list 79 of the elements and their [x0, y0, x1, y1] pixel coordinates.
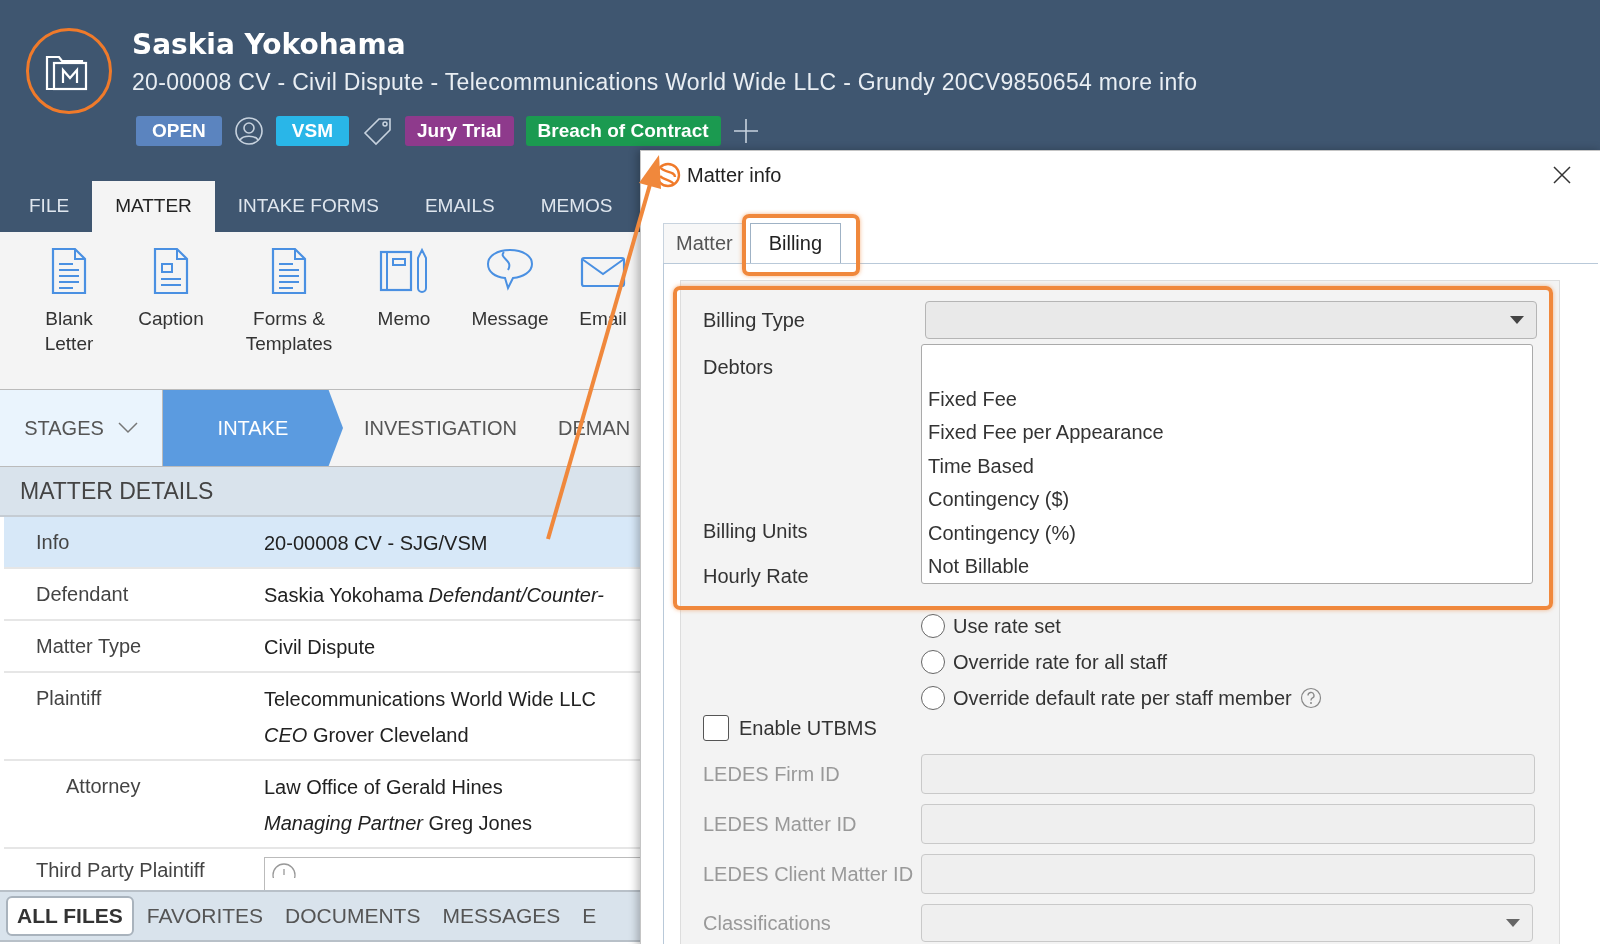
ribbon-tab[interactable]: MATTER — [92, 181, 215, 232]
detail-value: Saskia Yokohama Defendant/Counter- — [264, 583, 604, 608]
add-icon — [271, 862, 297, 878]
tag-chip[interactable]: Jury Trial — [405, 116, 514, 146]
dropdown-option[interactable]: Fixed Fee — [928, 383, 1526, 417]
radio-label: Override rate for all staff — [953, 650, 1168, 674]
help-icon[interactable] — [1299, 687, 1322, 709]
ribbon-action[interactable]: Memo — [360, 246, 448, 331]
ribbon-tab[interactable]: INTAKE FORMS — [214, 181, 402, 232]
detail-row[interactable]: Info 20-00008 CV - SJG/VSM — [4, 517, 640, 569]
field-label: LEDES Matter ID — [703, 812, 858, 836]
input-field[interactable] — [921, 854, 1535, 894]
field-label: LEDES Firm ID — [703, 762, 841, 786]
close-icon[interactable] — [1553, 166, 1571, 184]
library-filter-tab[interactable]: FAVORITES — [137, 898, 273, 934]
caret-icon — [1510, 316, 1524, 324]
library-filter-tab[interactable]: MESSAGES — [433, 898, 570, 934]
input-field[interactable] — [921, 804, 1535, 844]
ribbon-action[interactable]: Message — [448, 246, 572, 331]
ribbon-tab[interactable]: MEMOS — [517, 181, 636, 232]
ribbon-tab[interactable]: EMAILS — [401, 181, 518, 232]
detail-value: Managing Partner Greg Jones — [264, 811, 532, 836]
detail-row[interactable]: Defendant Saskia Yokohama Defendant/Counter- — [4, 569, 640, 621]
stage-step[interactable]: INVESTIGATION — [343, 390, 538, 466]
chevron-down-icon — [117, 422, 138, 434]
detail-value: Civil Dispute — [264, 635, 376, 660]
radio-label: Override default rate per staff member — [953, 686, 1292, 710]
input-field[interactable] — [264, 857, 640, 890]
detail-label: Info — [35, 530, 71, 555]
ribbon-action[interactable]: Forms & Templates — [218, 246, 360, 356]
matter-client-name: Saskia Yokohama — [132, 28, 407, 62]
dropdown-option[interactable]: Fixed Fee per Appearance — [928, 416, 1526, 450]
library-filter-tab[interactable]: ALL FILES — [6, 896, 134, 936]
field-label: Hourly Rate — [703, 565, 810, 588]
radio-button[interactable] — [921, 650, 945, 674]
detail-value: CEO Grover Cleveland — [264, 723, 470, 748]
dialog-tab[interactable]: Billing — [749, 223, 842, 263]
ribbon-tab[interactable]: FILE — [6, 181, 93, 232]
library-filter-tab[interactable]: DOCUMENTS — [276, 898, 430, 934]
detail-value: 20-00008 CV - SJG/VSM — [264, 531, 488, 556]
radio-button[interactable] — [921, 614, 945, 638]
dropdown-option[interactable]: Contingency ($) — [928, 483, 1526, 517]
dropdown-option[interactable]: Not Billable — [928, 550, 1526, 584]
person-icon[interactable] — [233, 116, 264, 146]
field-label: Debtors — [703, 356, 775, 379]
checkbox[interactable] — [703, 715, 729, 741]
detail-row[interactable]: Third Party Plaintiff — [4, 849, 640, 890]
detail-row[interactable]: Matter Type Civil Dispute — [4, 621, 640, 673]
section-header: MATTER DETAILS — [0, 467, 640, 517]
detail-label: Attorney — [65, 774, 142, 799]
checkbox-label: Enable UTBMS — [739, 716, 877, 740]
notebook-icon — [378, 246, 430, 296]
ribbon-action[interactable]: Blank Letter — [14, 246, 124, 356]
detail-label: Plaintiff — [35, 686, 103, 711]
matter-summary: 20-00008 CV - Civil Dispute - Telecommunications World Wide LLC - Grundy 20CV9850654 more info — [132, 68, 1198, 97]
stages-dropdown[interactable]: STAGES — [0, 390, 163, 466]
tag-chip[interactable]: Breach of Contract — [525, 116, 721, 146]
tag-icon[interactable] — [361, 116, 394, 146]
input-field[interactable] — [921, 754, 1535, 794]
status-badge[interactable]: OPEN — [136, 116, 222, 146]
caret-icon — [1506, 919, 1520, 927]
radio-label: Use rate set — [953, 614, 1061, 638]
detail-label: Third Party Plaintiff — [35, 858, 206, 883]
detail-label: Matter Type — [35, 634, 143, 659]
field-label: Classifications — [703, 911, 832, 935]
library-filter-tab[interactable]: E — [573, 898, 606, 934]
ribbon-action[interactable]: Caption — [124, 246, 218, 331]
folder-icon — [26, 28, 112, 114]
detail-value: Law Office of Gerald Hines — [264, 775, 504, 800]
dropdown-option[interactable]: Contingency (%) — [928, 516, 1526, 551]
dropdown-option[interactable]: Time Based — [928, 449, 1526, 484]
field-label: Billing Units — [703, 520, 809, 543]
field-label: LEDES Client Matter ID — [703, 862, 915, 886]
radio-button[interactable] — [921, 686, 945, 710]
add-icon[interactable] — [732, 118, 759, 144]
field-label: Billing Type — [703, 308, 806, 332]
detail-value: Telecommunications World Wide LLC — [264, 687, 596, 712]
detail-label: Defendant — [35, 582, 130, 607]
dialog-title: Matter info — [687, 163, 782, 187]
